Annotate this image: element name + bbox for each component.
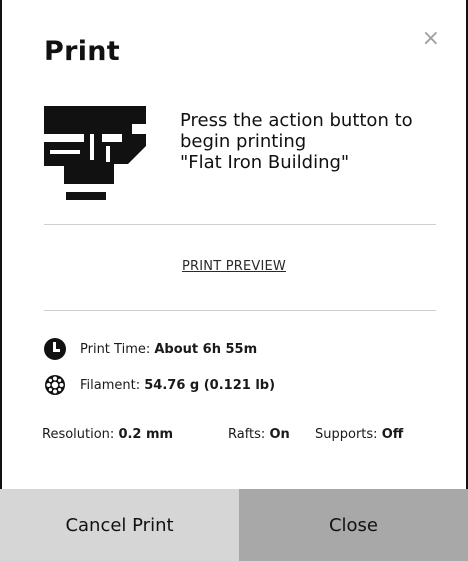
message-line-3: "Flat Iron Building" bbox=[180, 152, 350, 173]
resolution-label: Resolution: bbox=[42, 427, 115, 442]
close-icon[interactable]: × bbox=[422, 28, 440, 50]
print-preview-link[interactable]: PRINT PREVIEW bbox=[0, 259, 468, 274]
print-time-row: Print Time: About 6h 55m bbox=[44, 337, 257, 361]
filament-row: Filament: 54.76 g (0.121 lb) bbox=[44, 373, 275, 397]
divider-top bbox=[44, 224, 436, 225]
filament-spool-icon bbox=[45, 375, 65, 395]
print-message: Press the action button to begin printin… bbox=[180, 110, 440, 173]
message-line-2: begin printing bbox=[180, 131, 307, 152]
print-time-label: Print Time: bbox=[80, 341, 151, 357]
print-dialog: Print × Press the action button to begin… bbox=[0, 0, 468, 561]
print-time-value: About 6h 55m bbox=[154, 341, 258, 357]
message-line-1: Press the action button to bbox=[180, 110, 413, 131]
supports-spec: Supports: Off bbox=[315, 427, 403, 442]
rafts-value: On bbox=[269, 427, 290, 442]
clock-icon bbox=[44, 338, 66, 360]
supports-label: Supports: bbox=[315, 427, 378, 442]
rafts-label: Rafts: bbox=[228, 427, 266, 442]
dialog-left-edge bbox=[0, 0, 2, 561]
filament-value: 54.76 g (0.121 lb) bbox=[144, 377, 276, 393]
supports-value: Off bbox=[381, 427, 404, 442]
filament-label: Filament: bbox=[80, 377, 141, 393]
dialog-title: Print bbox=[44, 36, 120, 67]
resolution-spec: Resolution: 0.2 mm bbox=[42, 427, 173, 442]
rafts-spec: Rafts: On bbox=[228, 427, 290, 442]
cancel-print-button[interactable]: Cancel Print bbox=[0, 489, 239, 561]
resolution-value: 0.2 mm bbox=[118, 427, 174, 442]
close-button[interactable]: Close bbox=[239, 489, 468, 561]
divider-bottom bbox=[44, 310, 436, 311]
printer-press-icon bbox=[44, 106, 146, 200]
